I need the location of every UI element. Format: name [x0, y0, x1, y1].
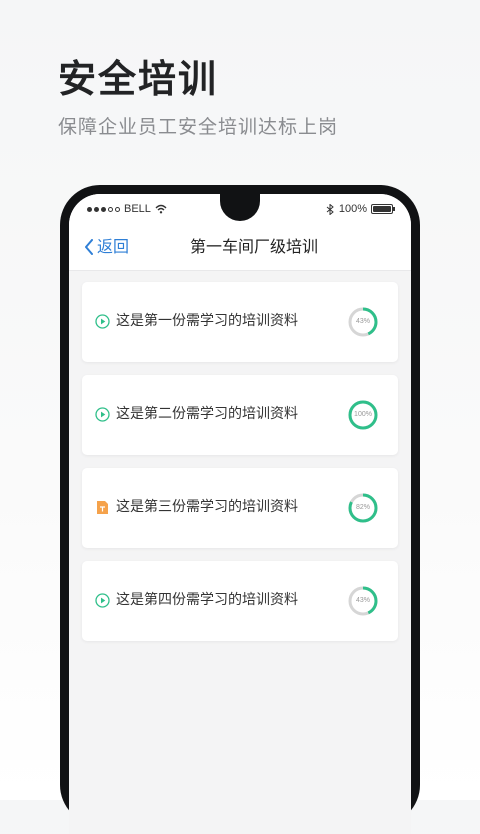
- hero-subtitle: 保障企业员工安全培训达标上岗: [58, 116, 339, 138]
- phone-screen: BELL 100% 返回 第一车间厂级培训 这是第一份需学习的培训资料 43% …: [69, 194, 411, 834]
- progress-label: 43%: [355, 597, 370, 604]
- play-icon: [95, 593, 110, 608]
- progress-label: 82%: [355, 504, 370, 511]
- hero-title: 安全培训: [58, 57, 219, 101]
- wifi-icon: [155, 204, 167, 214]
- nav-bar: 返回 第一车间厂级培训: [69, 224, 411, 271]
- bluetooth-icon: [326, 203, 334, 215]
- page-title: 第一车间厂级培训: [189, 237, 318, 256]
- phone-frame: BELL 100% 返回 第一车间厂级培训 这是第一份需学习的培训资料 43% …: [60, 185, 420, 834]
- list-item[interactable]: 这是第二份需学习的培训资料 100%: [82, 375, 398, 455]
- item-title: 这是第二份需学习的培训资料: [116, 406, 298, 422]
- training-list: 这是第一份需学习的培训资料 43% 这是第二份需学习的培训资料 100% 这是第…: [82, 282, 398, 654]
- progress-ring: 100%: [347, 399, 379, 431]
- list-item[interactable]: 这是第一份需学习的培训资料 43%: [82, 282, 398, 362]
- status-right: 100%: [326, 203, 395, 215]
- item-title: 这是第一份需学习的培训资料: [116, 313, 298, 329]
- list-item[interactable]: 这是第三份需学习的培训资料 82%: [82, 468, 398, 548]
- item-title: 这是第四份需学习的培训资料: [116, 592, 298, 608]
- progress-ring: 43%: [347, 306, 379, 338]
- progress-label: 100%: [354, 411, 372, 418]
- signal-dots-icon: [87, 206, 120, 212]
- progress-label: 43%: [355, 318, 370, 325]
- play-icon: [95, 407, 110, 422]
- battery-percent: 100%: [338, 203, 367, 215]
- carrier-label: BELL: [124, 203, 151, 215]
- battery-icon: [371, 204, 395, 214]
- document-icon: [95, 500, 110, 515]
- list-item[interactable]: 这是第四份需学习的培训资料 43%: [82, 561, 398, 641]
- play-icon: [95, 314, 110, 329]
- item-title: 这是第三份需学习的培训资料: [116, 499, 298, 515]
- status-left: BELL: [87, 203, 167, 215]
- progress-ring: 82%: [347, 492, 379, 524]
- progress-ring: 43%: [347, 585, 379, 617]
